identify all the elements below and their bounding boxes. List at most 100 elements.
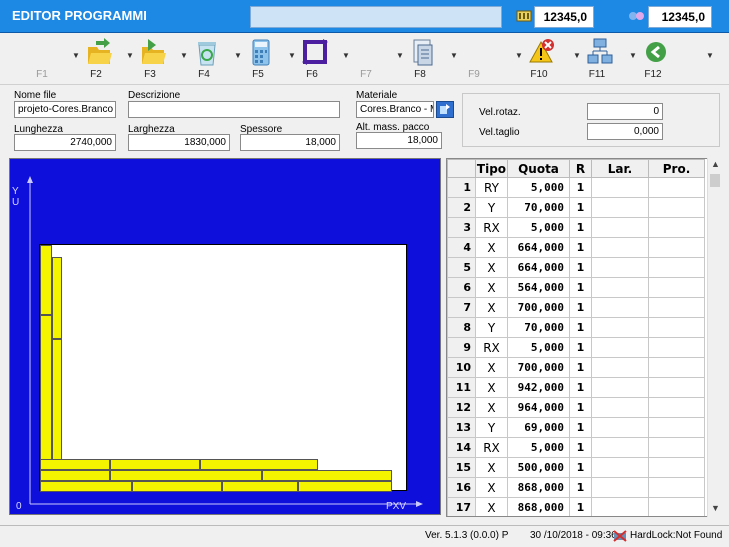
row-number[interactable]: 7 bbox=[447, 297, 476, 318]
r-cell[interactable]: 1 bbox=[569, 357, 592, 378]
lar-cell[interactable] bbox=[591, 417, 649, 438]
tipo-cell[interactable]: X bbox=[475, 397, 508, 418]
column-header-quota[interactable]: Quota bbox=[507, 159, 570, 178]
pro-cell[interactable] bbox=[648, 217, 705, 238]
row-number[interactable]: 9 bbox=[447, 337, 476, 358]
f6-button[interactable]: ▼ F6 bbox=[284, 33, 340, 85]
row-number[interactable]: 2 bbox=[447, 197, 476, 218]
f1-button[interactable]: F1 bbox=[14, 33, 70, 85]
tipo-cell[interactable]: Y bbox=[475, 317, 508, 338]
quota-cell[interactable]: 564,000 bbox=[507, 277, 570, 298]
row-number[interactable]: 17 bbox=[447, 497, 476, 516]
table-row[interactable]: 4 X 664,000 1 bbox=[447, 237, 705, 258]
pro-cell[interactable] bbox=[648, 437, 705, 458]
quota-cell[interactable]: 664,000 bbox=[507, 237, 570, 258]
lar-cell[interactable] bbox=[591, 457, 649, 478]
pro-cell[interactable] bbox=[648, 237, 705, 258]
r-cell[interactable]: 1 bbox=[569, 197, 592, 218]
pro-cell[interactable] bbox=[648, 297, 705, 318]
table-row[interactable]: 17 X 868,000 1 bbox=[447, 497, 705, 516]
f9-button[interactable]: ▼ F9 bbox=[446, 33, 502, 85]
table-row[interactable]: 11 X 942,000 1 bbox=[447, 377, 705, 398]
pro-cell[interactable] bbox=[648, 277, 705, 298]
scroll-thumb[interactable] bbox=[710, 174, 720, 187]
materiale-field[interactable]: Cores.Branco - M bbox=[356, 101, 434, 118]
row-number[interactable]: 15 bbox=[447, 457, 476, 478]
tipo-cell[interactable]: X bbox=[475, 297, 508, 318]
quota-cell[interactable]: 700,000 bbox=[507, 297, 570, 318]
column-header-r[interactable]: R bbox=[569, 159, 592, 178]
column-header-tipo[interactable]: Tipo bbox=[475, 159, 508, 178]
row-number[interactable]: 12 bbox=[447, 397, 476, 418]
tipo-cell[interactable]: X bbox=[475, 497, 508, 516]
tipo-cell[interactable]: X bbox=[475, 277, 508, 298]
quota-cell[interactable]: 664,000 bbox=[507, 257, 570, 278]
pro-cell[interactable] bbox=[648, 477, 705, 498]
table-row[interactable]: 3 RX 5,000 1 bbox=[447, 217, 705, 238]
tipo-cell[interactable]: X bbox=[475, 237, 508, 258]
quota-cell[interactable]: 70,000 bbox=[507, 197, 570, 218]
r-cell[interactable]: 1 bbox=[569, 417, 592, 438]
f7-button[interactable]: ▼ F7 bbox=[338, 33, 394, 85]
table-row[interactable]: 12 X 964,000 1 bbox=[447, 397, 705, 418]
quota-cell[interactable]: 868,000 bbox=[507, 497, 570, 516]
pro-cell[interactable] bbox=[648, 457, 705, 478]
lar-cell[interactable] bbox=[591, 477, 649, 498]
quota-cell[interactable]: 500,000 bbox=[507, 457, 570, 478]
pro-cell[interactable] bbox=[648, 377, 705, 398]
alt-mass-pacco-field[interactable]: 18,000 bbox=[356, 132, 442, 149]
spessore-field[interactable]: 18,000 bbox=[240, 134, 340, 151]
f10-button[interactable]: ▼ F10 bbox=[511, 33, 567, 85]
pro-cell[interactable] bbox=[648, 317, 705, 338]
quota-cell[interactable]: 5,000 bbox=[507, 217, 570, 238]
r-cell[interactable]: 1 bbox=[569, 377, 592, 398]
pro-cell[interactable] bbox=[648, 417, 705, 438]
lar-cell[interactable] bbox=[591, 237, 649, 258]
f2-button[interactable]: ▼ F2 bbox=[68, 33, 124, 85]
lar-cell[interactable] bbox=[591, 357, 649, 378]
f11-button[interactable]: ▼ F11 bbox=[569, 33, 625, 85]
tipo-cell[interactable]: RX bbox=[475, 217, 508, 238]
column-header-lar[interactable]: Lar. bbox=[591, 159, 649, 178]
lar-cell[interactable] bbox=[591, 377, 649, 398]
lunghezza-field[interactable]: 2740,000 bbox=[14, 134, 116, 151]
table-scrollbar[interactable]: ▲ ▼ bbox=[707, 158, 722, 517]
lar-cell[interactable] bbox=[591, 197, 649, 218]
lar-cell[interactable] bbox=[591, 297, 649, 318]
lar-cell[interactable] bbox=[591, 437, 649, 458]
quota-cell[interactable]: 69,000 bbox=[507, 417, 570, 438]
quota-cell[interactable]: 5,000 bbox=[507, 337, 570, 358]
quota-cell[interactable]: 5,000 bbox=[507, 177, 570, 198]
f8-button[interactable]: ▼ F8 bbox=[392, 33, 448, 85]
scroll-up-icon[interactable]: ▲ bbox=[711, 159, 720, 169]
r-cell[interactable]: 1 bbox=[569, 177, 592, 198]
row-number[interactable]: 3 bbox=[447, 217, 476, 238]
r-cell[interactable]: 1 bbox=[569, 497, 592, 516]
r-cell[interactable]: 1 bbox=[569, 277, 592, 298]
larghezza-field[interactable]: 1830,000 bbox=[128, 134, 230, 151]
f4-button[interactable]: ▼ F4 bbox=[176, 33, 232, 85]
row-number[interactable]: 4 bbox=[447, 237, 476, 258]
f5-button[interactable]: ▼ F5 bbox=[230, 33, 286, 85]
lar-cell[interactable] bbox=[591, 317, 649, 338]
lar-cell[interactable] bbox=[591, 257, 649, 278]
scroll-down-icon[interactable]: ▼ bbox=[711, 503, 720, 513]
table-row[interactable]: 2 Y 70,000 1 bbox=[447, 197, 705, 218]
header-input[interactable] bbox=[250, 6, 502, 28]
tipo-cell[interactable]: X bbox=[475, 357, 508, 378]
r-cell[interactable]: 1 bbox=[569, 297, 592, 318]
r-cell[interactable]: 1 bbox=[569, 337, 592, 358]
lar-cell[interactable] bbox=[591, 397, 649, 418]
table-row[interactable]: 16 X 868,000 1 bbox=[447, 477, 705, 498]
lar-cell[interactable] bbox=[591, 497, 649, 516]
r-cell[interactable]: 1 bbox=[569, 317, 592, 338]
pro-cell[interactable] bbox=[648, 197, 705, 218]
pro-cell[interactable] bbox=[648, 177, 705, 198]
row-number[interactable]: 14 bbox=[447, 437, 476, 458]
row-number[interactable]: 8 bbox=[447, 317, 476, 338]
pro-cell[interactable] bbox=[648, 397, 705, 418]
nome-file-field[interactable]: projeto-Cores.Branco - bbox=[14, 101, 116, 118]
quota-cell[interactable]: 70,000 bbox=[507, 317, 570, 338]
r-cell[interactable]: 1 bbox=[569, 437, 592, 458]
row-number[interactable]: 13 bbox=[447, 417, 476, 438]
